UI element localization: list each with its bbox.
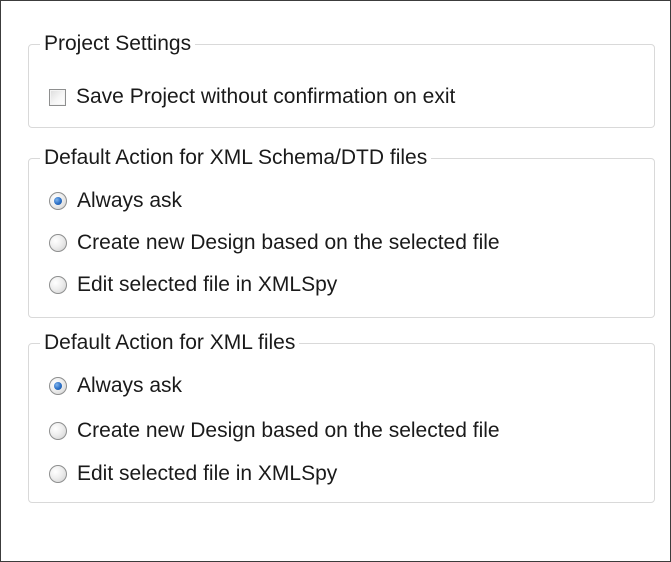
radio-button[interactable] xyxy=(49,276,67,294)
radio-label: Always ask xyxy=(77,189,183,212)
schema-dtd-action-group: Default Action for XML Schema/DTD files … xyxy=(28,145,655,318)
radio-button[interactable] xyxy=(49,422,67,440)
xml-radio-always-ask[interactable]: Always ask xyxy=(49,372,182,400)
radio-label: Edit selected file in XMLSpy xyxy=(77,462,338,485)
schema-radio-create-design[interactable]: Create new Design based on the selected … xyxy=(49,229,500,257)
radio-button[interactable] xyxy=(49,234,67,252)
radio-dot xyxy=(54,197,62,205)
schema-radio-edit-in-xmlspy[interactable]: Edit selected file in XMLSpy xyxy=(49,271,337,299)
xml-radio-edit-in-xmlspy[interactable]: Edit selected file in XMLSpy xyxy=(49,460,337,488)
radio-label: Create new Design based on the selected … xyxy=(77,231,500,254)
radio-label: Always ask xyxy=(77,374,183,397)
schema-dtd-action-legend: Default Action for XML Schema/DTD files xyxy=(40,145,432,171)
save-without-confirmation-checkbox[interactable]: Save Project without confirmation on exi… xyxy=(49,83,455,111)
checkbox-box[interactable] xyxy=(49,88,66,106)
radio-label: Edit selected file in XMLSpy xyxy=(77,273,338,296)
radio-button[interactable] xyxy=(49,465,67,483)
radio-label: Create new Design based on the selected … xyxy=(77,419,500,442)
xml-action-group: Default Action for XML files Always ask … xyxy=(28,330,655,503)
options-panel: Project Settings Save Project without co… xyxy=(0,0,671,562)
xml-radio-create-design[interactable]: Create new Design based on the selected … xyxy=(49,417,500,445)
project-settings-group: Project Settings Save Project without co… xyxy=(28,31,655,128)
radio-button-selected[interactable] xyxy=(49,377,67,395)
radio-button-selected[interactable] xyxy=(49,192,67,210)
schema-radio-always-ask[interactable]: Always ask xyxy=(49,187,182,215)
save-without-confirmation-label: Save Project without confirmation on exi… xyxy=(76,85,456,108)
xml-action-legend: Default Action for XML files xyxy=(40,330,300,356)
project-settings-legend: Project Settings xyxy=(40,31,196,57)
radio-dot xyxy=(54,382,62,390)
